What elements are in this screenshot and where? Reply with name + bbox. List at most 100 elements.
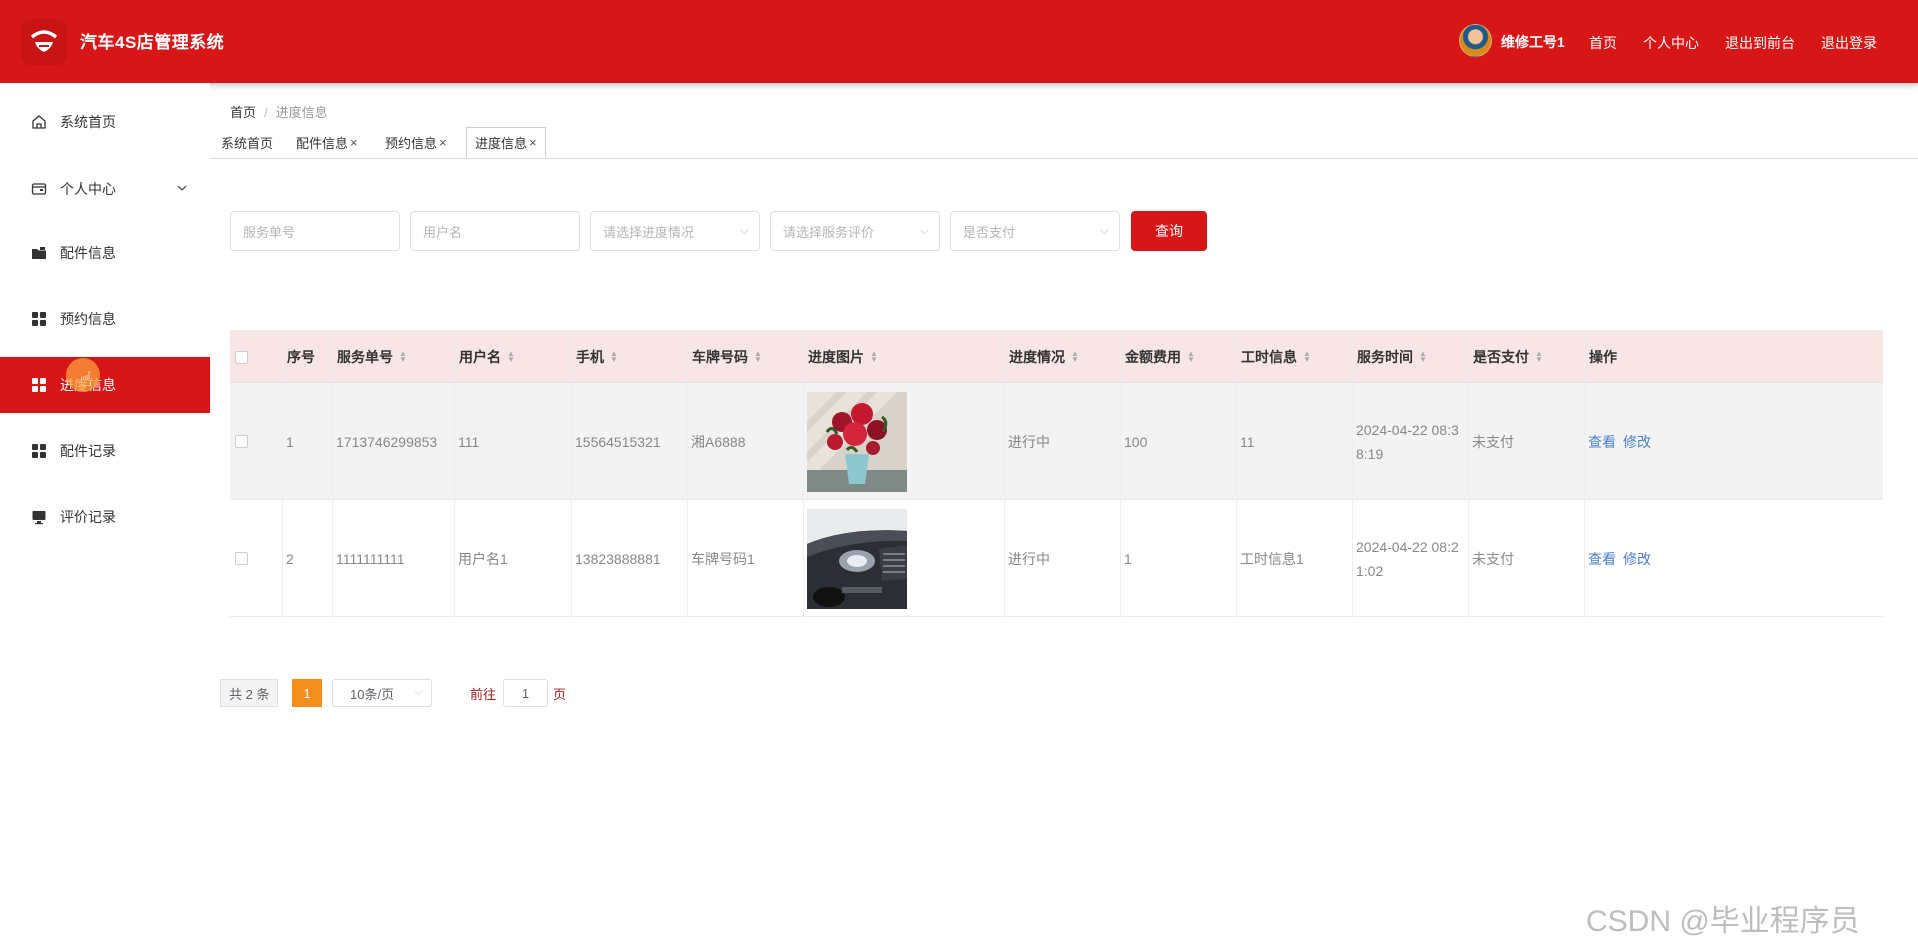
col-phone[interactable]: 手机 ▲ ▼ (571, 330, 687, 383)
select-all-checkbox[interactable] (235, 351, 248, 364)
nav-frontend-link[interactable]: 退出到前台 (1725, 33, 1795, 53)
col-username[interactable]: 用户名 ▲ ▼ (454, 330, 571, 383)
wallet-icon (30, 180, 48, 198)
select-all-cell (230, 330, 282, 383)
sidebar-item-parts-records[interactable]: 配件记录 (0, 423, 210, 479)
sidebar-item-label: 系统首页 (60, 114, 116, 130)
top-header: 汽车4S店管理系统 维修工号1 首页 个人中心 退出到前台 退出登录 (0, 0, 1918, 83)
column-label: 进度情况 (1009, 348, 1065, 365)
progress-select[interactable]: 请选择进度情况 ⌵ (590, 211, 760, 251)
sort-icon[interactable]: ▲ ▼ (1303, 349, 1311, 363)
cell-progress: 进行中 (1004, 500, 1120, 617)
flowers-photo[interactable] (807, 391, 907, 492)
edit-button[interactable]: 修改 (1623, 432, 1651, 452)
tab-progress[interactable]: 进度信息 × (466, 127, 546, 158)
row-checkbox[interactable] (235, 552, 248, 565)
column-label: 序号 (287, 348, 315, 365)
tab-parts[interactable]: 配件信息 × (296, 127, 358, 157)
sidebar-item-home[interactable]: 系统首页 (0, 94, 210, 150)
cell-username: 用户名1 (454, 500, 571, 617)
avatar[interactable] (1459, 24, 1492, 57)
view-button[interactable]: 查看 (1588, 549, 1616, 569)
row-checkbox[interactable] (235, 435, 248, 448)
cell-index: 2 (282, 500, 332, 617)
table-row: 1 1713746299853 111 15564515321 湘A6888 进… (230, 383, 1883, 500)
sidebar-item-reviews[interactable]: 评价记录 (0, 489, 210, 545)
close-icon[interactable]: × (350, 135, 358, 150)
sort-icon[interactable]: ▲ ▼ (399, 349, 407, 363)
sort-icon[interactable]: ▲ ▼ (507, 349, 515, 363)
table-header: 序号 服务单号 ▲ ▼ 用户名 ▲ ▼ 手机 ▲ ▼ 车牌号码 ▲ ▼ 进度图片 ▲ ▼ 进度情况 ▲… (230, 330, 1883, 383)
placeholder-text: 请选择进度情况 (603, 224, 695, 240)
placeholder-text: 用户名 (423, 224, 463, 240)
col-progress[interactable]: 进度情况 ▲ ▼ (1004, 330, 1120, 383)
col-hours[interactable]: 工时信息 ▲ ▼ (1236, 330, 1352, 383)
cell-time: 2024-04-22 08:2 1:02 (1352, 500, 1468, 617)
tab-label: 预约信息 (385, 135, 438, 151)
cell-username: 111 (454, 383, 571, 500)
car-photo[interactable] (807, 508, 907, 609)
sidebar-item-label: 配件记录 (60, 443, 116, 459)
page-size-select[interactable]: 10条/页 ⌵ (332, 679, 432, 707)
page-size-value: 10条/页 (350, 686, 395, 702)
pagination-total: 共 2 条 (220, 679, 279, 707)
placeholder-text: 请选择服务评价 (783, 224, 875, 240)
tab-home[interactable]: 系统首页 (221, 127, 273, 157)
col-time[interactable]: 服务时间 ▲ ▼ (1352, 330, 1468, 383)
sidebar-item-label: 评价记录 (60, 509, 116, 525)
service-no-input[interactable]: 服务单号 (230, 211, 400, 251)
sidebar-item-profile[interactable]: 个人中心 (0, 161, 210, 217)
nav-profile-link[interactable]: 个人中心 (1643, 33, 1699, 53)
sidebar-item-parts[interactable]: 配件信息 (0, 225, 210, 281)
nav-home-link[interactable]: 首页 (1589, 33, 1617, 53)
sort-icon[interactable]: ▲ ▼ (1535, 349, 1543, 363)
query-button[interactable]: 查询 (1131, 211, 1207, 251)
close-icon[interactable]: × (529, 135, 537, 150)
cell-image (803, 383, 1004, 500)
user-name: 维修工号1 (1501, 34, 1565, 50)
sort-icon[interactable]: ▲ ▼ (610, 349, 618, 363)
breadcrumb-home[interactable]: 首页 (230, 105, 256, 120)
chevron-down-icon: ⌵ (739, 223, 749, 237)
sidebar-item-progress[interactable]: 进度信息 (0, 357, 210, 413)
cell-progress: 进行中 (1004, 383, 1120, 500)
sort-icon[interactable]: ▲ ▼ (1071, 349, 1079, 363)
sort-icon[interactable]: ▲ ▼ (1187, 349, 1195, 363)
chevron-down-icon: ⌵ (414, 686, 423, 698)
rating-select[interactable]: 请选择服务评价 ⌵ (770, 211, 940, 251)
cell-image (803, 500, 1004, 617)
nav-logout-link[interactable]: 退出登录 (1821, 33, 1877, 53)
page-unit-label: 页 (553, 687, 567, 702)
edit-button[interactable]: 修改 (1623, 549, 1651, 569)
goto-page-input[interactable]: 1 (503, 679, 548, 707)
cell-hours: 工时信息1 (1236, 500, 1352, 617)
chevron-down-icon: ⌵ (1099, 223, 1109, 237)
sort-icon[interactable]: ▲ ▼ (754, 349, 762, 363)
username-input[interactable]: 用户名 (410, 211, 580, 251)
sidebar-item-appointments[interactable]: 预约信息 (0, 291, 210, 347)
cell-phone: 15564515321 (571, 383, 687, 500)
row-select-cell (230, 383, 282, 500)
goto-label: 前往 (470, 687, 497, 702)
sidebar-item-label: 个人中心 (60, 181, 116, 197)
column-label: 服务单号 (337, 348, 393, 365)
col-image[interactable]: 进度图片 ▲ ▼ (803, 330, 1004, 383)
sort-icon[interactable]: ▲ ▼ (1419, 349, 1427, 363)
column-label: 进度图片 (808, 348, 864, 365)
cell-amount: 100 (1120, 383, 1236, 500)
tab-label: 配件信息 (296, 135, 349, 151)
column-label: 金额费用 (1125, 348, 1181, 365)
sort-icon[interactable]: ▲ ▼ (870, 349, 878, 363)
col-paid[interactable]: 是否支付 ▲ ▼ (1468, 330, 1584, 383)
placeholder-text: 服务单号 (243, 224, 296, 240)
tab-appointments[interactable]: 预约信息 × (385, 127, 447, 157)
pagination-page-button[interactable]: 1 (292, 679, 322, 707)
col-service-no[interactable]: 服务单号 ▲ ▼ (332, 330, 454, 383)
view-button[interactable]: 查看 (1588, 432, 1616, 452)
col-plate[interactable]: 车牌号码 ▲ ▼ (687, 330, 803, 383)
cell-service-no: 1111111111 (332, 500, 454, 617)
tab-bar: 系统首页 配件信息 × 预约信息 × 进度信息 × (210, 127, 1918, 159)
close-icon[interactable]: × (439, 135, 447, 150)
paid-select[interactable]: 是否支付 ⌵ (950, 211, 1120, 251)
col-amount[interactable]: 金额费用 ▲ ▼ (1120, 330, 1236, 383)
